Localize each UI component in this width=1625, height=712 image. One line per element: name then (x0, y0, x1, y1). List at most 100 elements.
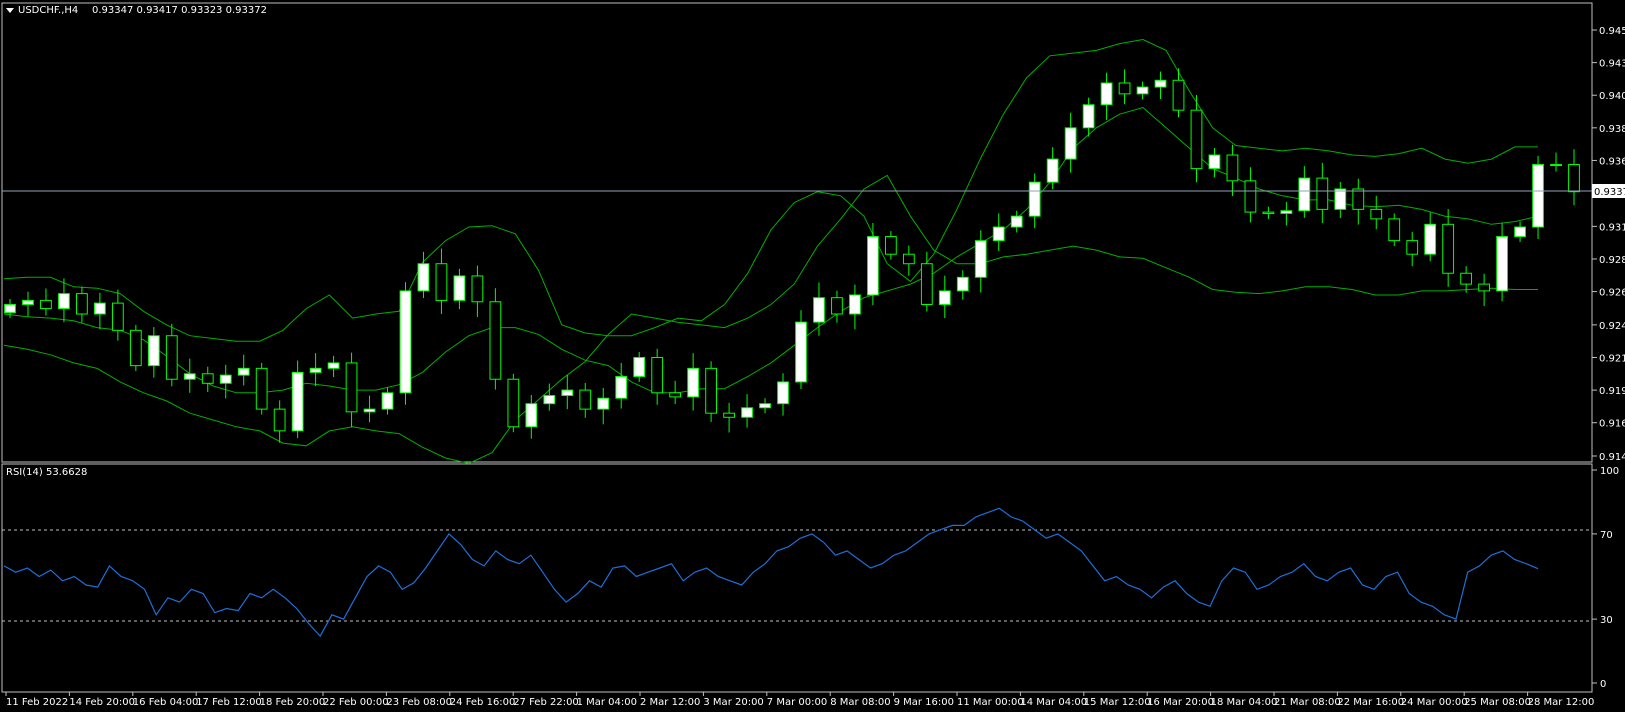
time-tick-label: 15 Mar 12:00 (1084, 697, 1151, 708)
candle (525, 394, 538, 439)
candlestick-series (4, 68, 1580, 443)
price-axis: 0.94570 0.94330 0.94090 0.93850 0.93610 0.931… (1592, 26, 1625, 463)
bear-candle-body (435, 263, 448, 301)
bull-candle-body (956, 276, 969, 292)
bull-candle-body (974, 240, 987, 278)
candle (597, 387, 610, 425)
time-tick-label: 11 Mar 00:00 (957, 697, 1024, 708)
candle (453, 268, 466, 310)
candle (345, 352, 358, 428)
bear-candle-body (489, 301, 502, 380)
candle (1388, 213, 1401, 247)
candle (291, 360, 304, 438)
bull-candle-body (399, 290, 412, 394)
bull-candle-body (759, 403, 771, 409)
candle (867, 222, 879, 306)
candle (147, 327, 160, 378)
candle (1262, 206, 1275, 219)
bull-candle-body (1496, 236, 1508, 292)
ohlc-label: 0.93347 0.93417 0.93323 0.93372 (92, 5, 267, 16)
bull-candle-body (1010, 215, 1023, 228)
candle (651, 348, 664, 405)
candle (759, 398, 771, 414)
bull-candle-body (597, 397, 610, 410)
bull-candle-body (1082, 104, 1095, 129)
candle (237, 354, 250, 386)
candle (399, 282, 412, 405)
candle (633, 352, 646, 382)
candle (1172, 68, 1185, 118)
candle (129, 324, 142, 372)
candle (1568, 149, 1580, 206)
bear-candle-body (831, 297, 843, 315)
candle (992, 213, 1005, 251)
candle (1406, 231, 1419, 267)
bull-candle-body (561, 389, 574, 397)
bull-candle-body (183, 373, 196, 380)
candle (1208, 147, 1221, 178)
bear-candle-body (1352, 188, 1365, 210)
candle (363, 395, 376, 423)
candle (22, 291, 34, 317)
candle (1370, 195, 1383, 230)
time-axis: 11 Feb 2022 14 Feb 20:0016 Feb 04:0017 Fe… (5, 692, 1594, 708)
candle (705, 361, 717, 422)
candle (309, 353, 322, 387)
candle (543, 383, 556, 411)
candle (1154, 71, 1167, 100)
time-tick-label: 9 Mar 16:00 (894, 697, 954, 708)
candle (417, 251, 430, 298)
candle (1064, 112, 1077, 173)
candle (381, 387, 394, 415)
bear-candle-body (129, 329, 142, 367)
time-tick-label: 16 Mar 20:00 (1147, 697, 1214, 708)
candle (1010, 210, 1023, 233)
bull-candle-body (309, 367, 322, 373)
candle (795, 310, 807, 390)
candle (884, 231, 897, 260)
bull-candle-body (867, 236, 879, 296)
candle (849, 284, 861, 330)
bear-candle-body (1262, 211, 1275, 214)
bear-candle-body (273, 408, 286, 432)
candle (40, 288, 52, 316)
rsi-tick-label: 70 (1600, 530, 1613, 541)
bollinger-middle-band (3, 106, 1539, 394)
candle (1478, 273, 1491, 307)
bear-candle-body (255, 367, 268, 410)
candle (76, 286, 88, 323)
bear-candle-body (1406, 240, 1419, 255)
candle (471, 265, 484, 317)
bull-candle-body (237, 367, 250, 376)
candle (777, 373, 789, 416)
bull-candle-body (363, 408, 376, 413)
collapse-triangle-icon[interactable] (6, 8, 14, 13)
candle (1100, 72, 1113, 120)
bull-candle-body (417, 263, 430, 292)
price-tick-label: 0.94330 (1599, 59, 1625, 70)
bull-candle-body (615, 376, 628, 399)
candle (615, 362, 628, 409)
price-tick-label: 0.91920 (1599, 386, 1625, 397)
candle (165, 323, 178, 387)
time-tick-label: 21 Mar 08:00 (1274, 697, 1341, 708)
bear-candle-body (1388, 218, 1401, 242)
time-tick-label: 22 Mar 16:00 (1337, 697, 1404, 708)
bull-candle-body (687, 367, 700, 398)
bear-candle-body (651, 356, 664, 394)
time-tick-label: 17 Feb 12:00 (196, 697, 262, 708)
time-tick-label: 23 Feb 08:00 (386, 697, 452, 708)
candle (902, 245, 915, 276)
bull-candle-body (291, 371, 304, 432)
bear-candle-body (40, 299, 52, 310)
candle (1298, 166, 1311, 218)
current-price-label: 0.93372 (1594, 187, 1625, 198)
candle (58, 278, 70, 323)
bear-candle-body (1442, 223, 1455, 274)
bull-candle-body (777, 381, 789, 405)
bull-candle-body (1514, 226, 1526, 238)
candle (219, 364, 232, 399)
candle (1550, 152, 1562, 172)
price-tick-label: 0.94570 (1599, 26, 1625, 37)
candle (201, 366, 214, 392)
